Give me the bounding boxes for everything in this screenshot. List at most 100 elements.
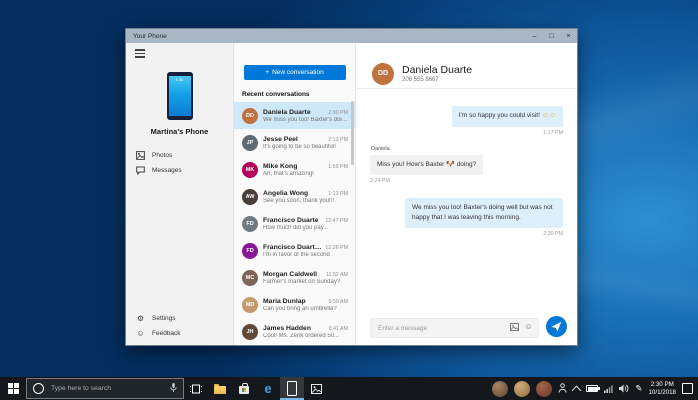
conversation-preview: Ah, that's amazing! — [263, 171, 348, 177]
search-input[interactable] — [49, 384, 165, 393]
show-hidden-icons-chevron[interactable] — [572, 385, 582, 395]
conversation-time: 9:59 AM — [329, 299, 348, 305]
sidebar-item-feedback[interactable]: ☺ Feedback — [126, 326, 233, 341]
taskbar-search[interactable] — [26, 378, 184, 399]
clock-date: 10/1/2018 — [648, 389, 676, 397]
conversation-list: + New conversation Recent conversations … — [234, 43, 356, 345]
minimize-button[interactable]: – — [526, 29, 543, 43]
my-people-icon[interactable] — [558, 380, 567, 398]
conversation-item[interactable]: JH James Hadden9:41 AM Cool! Ms. Zenk or… — [234, 318, 355, 345]
volume-icon[interactable] — [619, 380, 629, 398]
scrollbar[interactable] — [351, 101, 354, 165]
message-input-bar: ☺ — [370, 316, 567, 337]
sidebar-item-label: Photos — [152, 152, 172, 159]
avatar: AW — [242, 189, 258, 205]
chat-panel: DD Daniela Duarte 206 555 8667 I'm so ha… — [356, 43, 577, 345]
start-button[interactable] — [0, 377, 26, 400]
cortana-icon — [33, 383, 44, 394]
conversation-preview: How much did you pay... — [263, 225, 348, 231]
conversation-preview: Cool! Ms. Zenk ordered 50... — [263, 333, 348, 339]
conversation-item[interactable]: MK Mike Kong1:59 PM Ah, that's amazing! — [234, 156, 355, 183]
conversation-name: Mike Kong — [263, 163, 325, 170]
taskbar-clock[interactable]: 2:30 PM 10/1/2018 — [648, 381, 676, 397]
desktop: Your Phone – □ × 1:30 Martina's Phone — [0, 0, 698, 400]
close-button[interactable]: × — [560, 29, 577, 43]
hamburger-menu-icon[interactable] — [135, 49, 145, 58]
sidebar-item-label: Settings — [152, 315, 176, 322]
emoji-picker-icon[interactable]: ☺ — [524, 323, 533, 331]
people-contact-avatar[interactable] — [492, 381, 508, 397]
message-sent: We miss you too! Baxter's doing well but… — [370, 184, 563, 237]
conversation-name: Francisco Duarte — [263, 217, 322, 224]
sender-label: Daniela — [371, 146, 390, 152]
message-sent: I'm so happy you could visit! ☺☺ 1:17 PM — [370, 106, 563, 136]
conversation-name: Angelia Wong — [263, 190, 325, 197]
messages-icon — [136, 166, 145, 175]
file-explorer-button[interactable] — [208, 377, 232, 400]
message-time: 2:30 PM — [543, 231, 563, 237]
photos-app-button[interactable] — [304, 377, 328, 400]
conversation-time: 12:26 PM — [325, 245, 348, 251]
windows-logo-icon — [8, 383, 19, 394]
avatar: JH — [242, 324, 258, 340]
conversation-item[interactable]: AW Angelia Wong1:13 PM See you soon, tha… — [234, 183, 355, 210]
action-center-icon[interactable] — [682, 383, 693, 394]
smiley-emoji: ☺☺ — [542, 112, 556, 119]
network-icon[interactable] — [604, 380, 613, 398]
message-received: Daniela Miss you! How's Baxter 🐶 doing? … — [370, 136, 563, 185]
microsoft-store-button[interactable] — [232, 377, 256, 400]
avatar: MK — [242, 162, 258, 178]
microphone-icon[interactable] — [170, 380, 177, 398]
conversation-time: 12:47 PM — [325, 218, 348, 224]
dog-emoji: 🐶 — [446, 161, 455, 168]
message-bubble: Miss you! How's Baxter 🐶 doing? — [370, 155, 483, 176]
titlebar[interactable]: Your Phone – □ × — [126, 29, 577, 43]
battery-icon[interactable] — [586, 385, 598, 392]
windows-ink-pen-icon[interactable]: ✎ — [635, 384, 642, 393]
contact-avatar: DD — [372, 63, 394, 85]
feedback-smiley-icon: ☺ — [136, 330, 145, 338]
message-thread: I'm so happy you could visit! ☺☺ 1:17 PM… — [356, 89, 577, 311]
your-phone-window: Your Phone – □ × 1:30 Martina's Phone — [125, 28, 578, 346]
conversation-preview: See you soon, thank you!!! — [263, 198, 348, 204]
conversation-name: Morgan Caldwell — [263, 271, 323, 278]
people-contact-avatar[interactable] — [536, 381, 552, 397]
edge-icon: e — [264, 382, 271, 395]
sidebar-item-messages[interactable]: Messages — [126, 163, 233, 178]
conversation-time: 1:59 PM — [328, 164, 348, 170]
conversation-name: Jesse Peel — [263, 136, 325, 143]
photos-icon — [136, 151, 145, 160]
conversation-item[interactable]: MD Maria Dunlap9:59 AM Can you bring an … — [234, 291, 355, 318]
contact-phone-number: 206 555 8667 — [402, 77, 472, 83]
contact-name: Daniela Duarte — [402, 64, 472, 76]
your-phone-app-button[interactable] — [280, 377, 304, 400]
phone-screen-time: 1:30 — [176, 77, 184, 82]
group-avatar: FD — [242, 243, 258, 259]
sidebar-item-settings[interactable]: ⚙ Settings — [126, 311, 233, 326]
conversation-time: 2:30 PM — [328, 110, 348, 116]
sidebar-item-label: Feedback — [152, 330, 181, 337]
conversation-time: 9:41 AM — [329, 326, 348, 332]
task-view-button[interactable] — [184, 377, 208, 400]
attach-image-icon[interactable] — [510, 318, 519, 336]
conversation-preview: Can you bring an umbrella? — [263, 306, 348, 312]
message-bubble: We miss you too! Baxter's doing well but… — [405, 198, 563, 228]
edge-browser-button[interactable]: e — [256, 377, 280, 400]
recent-conversations-label: Recent conversations — [242, 91, 355, 98]
gear-icon: ⚙ — [136, 315, 145, 323]
conversation-item[interactable]: FD Francisco Duarte12:47 PM How much did… — [234, 210, 355, 237]
conversation-item[interactable]: MC Morgan Caldwell11:52 AM Farmer's mark… — [234, 264, 355, 291]
conversation-item[interactable]: DD Daniela Duarte2:30 PM We miss you too… — [234, 102, 355, 129]
people-contact-avatar[interactable] — [514, 381, 530, 397]
send-button[interactable] — [546, 316, 567, 337]
sidebar-item-label: Messages — [152, 167, 182, 174]
new-conversation-button[interactable]: + New conversation — [244, 65, 346, 80]
conversation-item[interactable]: JP Jesse Peel2:13 PM It's going to be so… — [234, 129, 355, 156]
sidebar: 1:30 Martina's Phone Photos — [126, 43, 234, 345]
maximize-button[interactable]: □ — [543, 29, 560, 43]
clock-time: 2:30 PM — [648, 381, 676, 389]
avatar: DD — [242, 108, 258, 124]
conversation-item[interactable]: FD Francisco Duarte, Dani...12:26 PM I'm… — [234, 237, 355, 264]
window-title: Your Phone — [133, 33, 167, 40]
sidebar-item-photos[interactable]: Photos — [126, 148, 233, 163]
